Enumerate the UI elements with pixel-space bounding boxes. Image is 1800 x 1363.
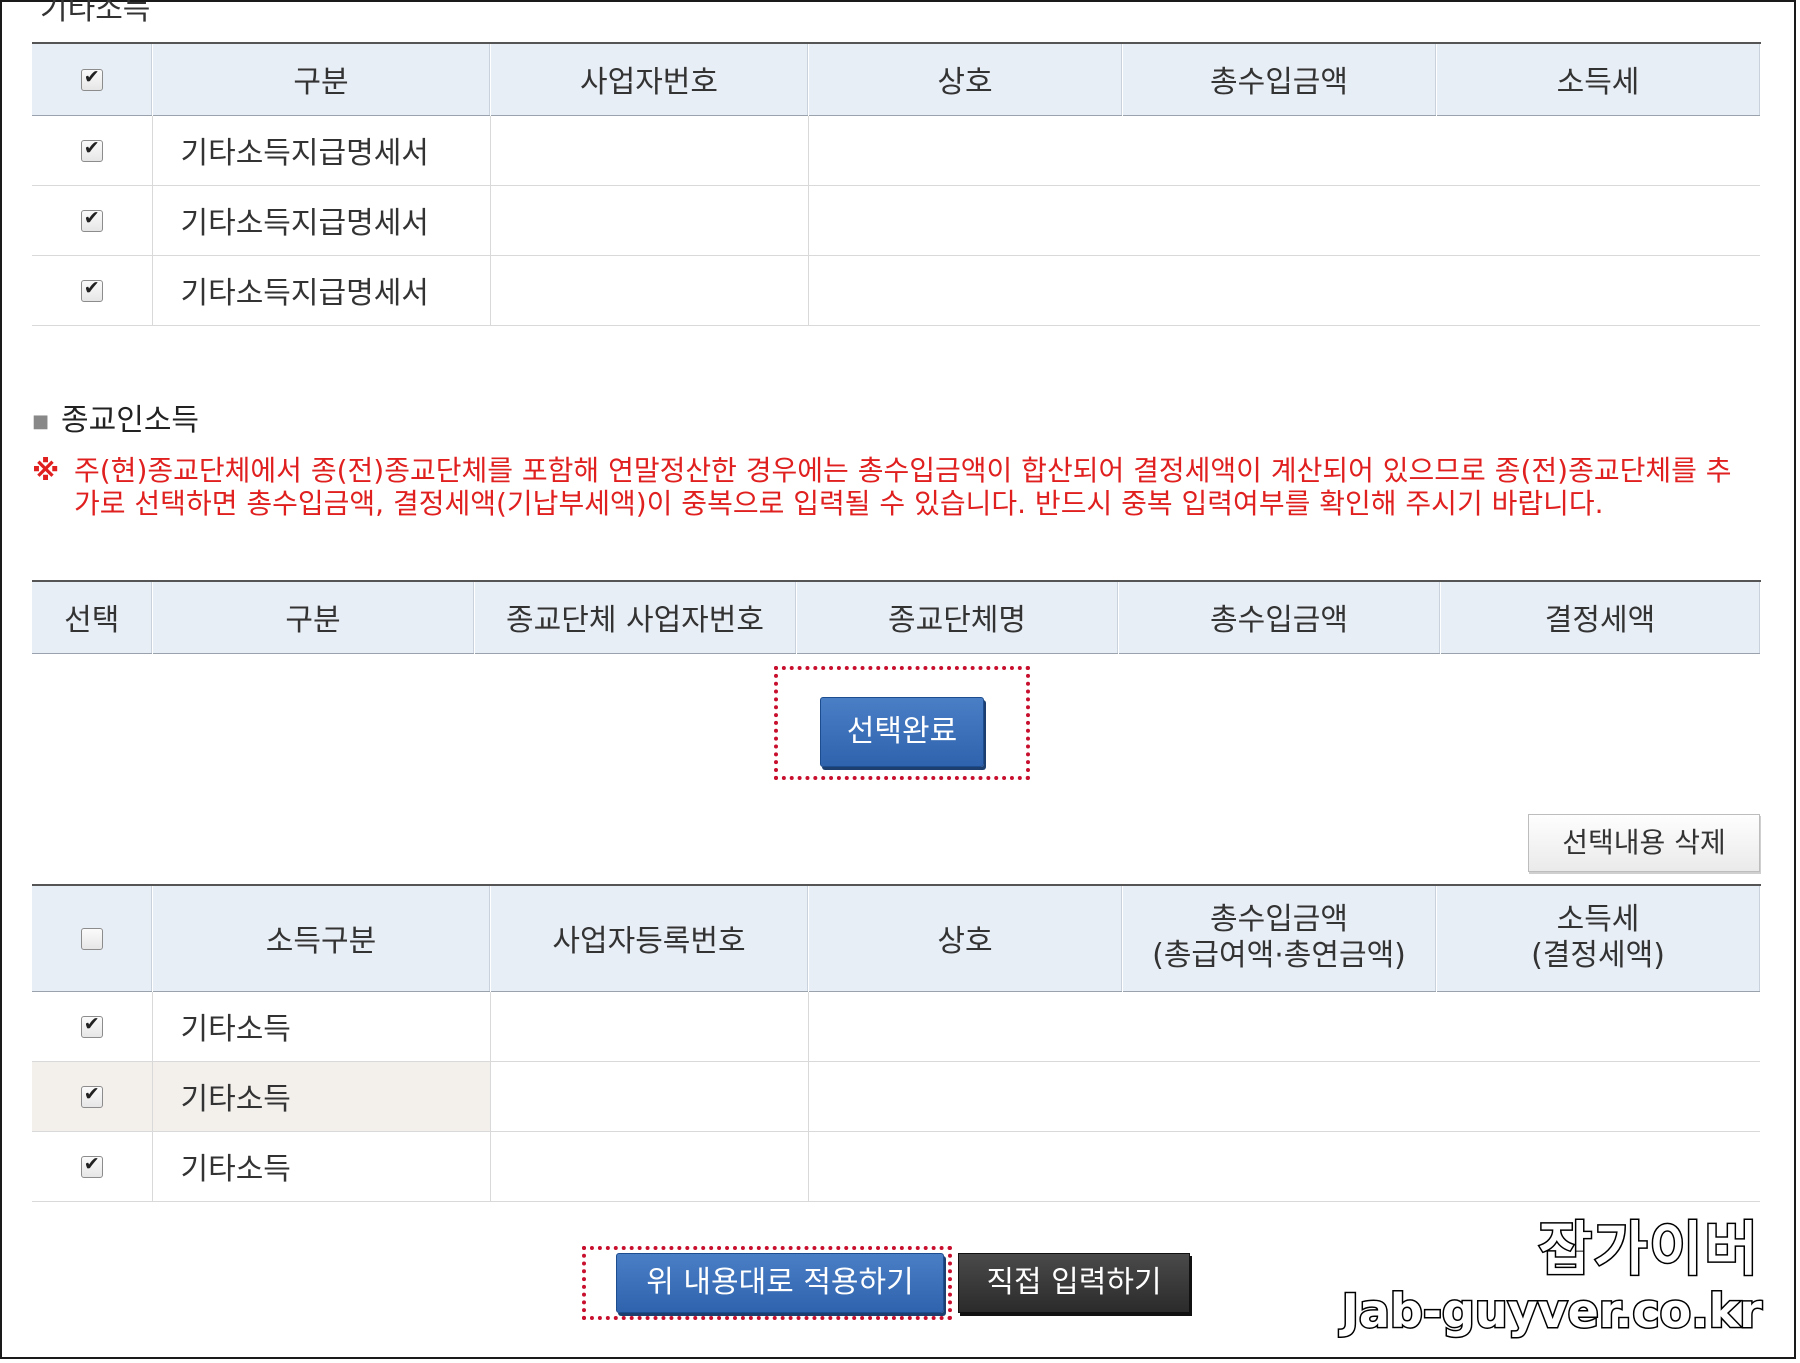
row-type: 기타소득지급명세서 (152, 185, 491, 256)
row-type: 기타소득지급명세서 (152, 255, 491, 326)
table-row[interactable]: 기타소득 (32, 991, 1760, 1062)
section-title-religion: ■ 종교인소득 (32, 403, 200, 438)
header-religion-biz-no: 종교단체 사업자번호 (474, 581, 797, 653)
income-result-table: 소득구분 사업자등록번호 상호 총수입금액 (총급여액·총연금액) 소득세 (결… (32, 884, 1761, 1202)
duplicate-warning-notice: ※ 주(현)종교단체에서 종(전)종교단체를 포함해 연말정산한 경우에는 총수… (32, 454, 1752, 520)
table-row[interactable]: 기타소득지급명세서 (32, 115, 1760, 186)
row-income-type: 기타소득 (152, 1061, 491, 1132)
bullet-icon: ■ (32, 411, 50, 432)
religion-income-table: 선택 구분 종교단체 사업자번호 종교단체명 총수입금액 결정세액 (32, 580, 1761, 654)
row-type: 기타소득지급명세서 (152, 115, 491, 186)
row-checkbox[interactable] (80, 137, 103, 162)
header-type: 구분 (152, 43, 491, 115)
header-biz-reg-no: 사업자등록번호 (490, 885, 809, 991)
page-frame: 기타소득 구분 사업자번호 상호 총수입금액 소득세 기타소득지급명세서 (0, 0, 1796, 1359)
select-done-button[interactable]: 선택완료 (820, 697, 984, 767)
header-company: 상호 (808, 885, 1123, 991)
delete-selected-button[interactable]: 선택내용 삭제 (1528, 814, 1760, 872)
table-row[interactable]: 기타소득 (32, 1061, 1760, 1132)
table-row[interactable]: 기타소득 (32, 1131, 1760, 1202)
header-religion-name: 종교단체명 (796, 581, 1119, 653)
row-checkbox[interactable] (80, 1153, 103, 1178)
row-checkbox[interactable] (80, 207, 103, 232)
row-income-type: 기타소득 (152, 991, 491, 1062)
header-determined-tax: 결정세액 (1440, 581, 1761, 653)
notice-text: 주(현)종교단체에서 종(전)종교단체를 포함해 연말정산한 경우에는 총수입금… (74, 454, 1732, 520)
header-select: 선택 (32, 581, 153, 653)
watermark-url: Jab-guyver.co.kr (1340, 1283, 1763, 1340)
other-income-table: 구분 사업자번호 상호 총수입금액 소득세 기타소득지급명세서 기타소득지급명세… (32, 42, 1761, 326)
manual-input-button[interactable]: 직접 입력하기 (958, 1253, 1190, 1313)
header-total-income: 총수입금액 (총급여액·총연금액) (1122, 885, 1437, 991)
reference-mark-icon: ※ (32, 454, 60, 487)
table-row[interactable]: 기타소득지급명세서 (32, 185, 1760, 256)
header-income-tax: 소득세 (결정세액) (1436, 885, 1761, 991)
header-income-type: 소득구분 (152, 885, 491, 991)
select-all-checkbox[interactable] (80, 928, 103, 951)
table-row[interactable]: 기타소득지급명세서 (32, 255, 1760, 326)
apply-button[interactable]: 위 내용대로 적용하기 (616, 1253, 944, 1313)
header-biz-no: 사업자번호 (490, 43, 809, 115)
row-checkbox[interactable] (80, 277, 103, 302)
select-all-checkbox[interactable] (80, 66, 103, 92)
header-company: 상호 (808, 43, 1123, 115)
section-title-cut: 기타소득 (40, 0, 151, 27)
watermark-title: 잡가이버 (1537, 1214, 1760, 1285)
row-income-type: 기타소득 (152, 1131, 491, 1202)
row-checkbox[interactable] (80, 1013, 103, 1038)
header-income-tax: 소득세 (1436, 43, 1761, 115)
header-select-all[interactable] (32, 43, 153, 115)
header-total-income: 총수입금액 (1122, 43, 1437, 115)
header-select-all[interactable] (32, 885, 153, 991)
header-total-income: 총수입금액 (1118, 581, 1441, 653)
header-type: 구분 (152, 581, 475, 653)
row-checkbox[interactable] (80, 1083, 103, 1108)
